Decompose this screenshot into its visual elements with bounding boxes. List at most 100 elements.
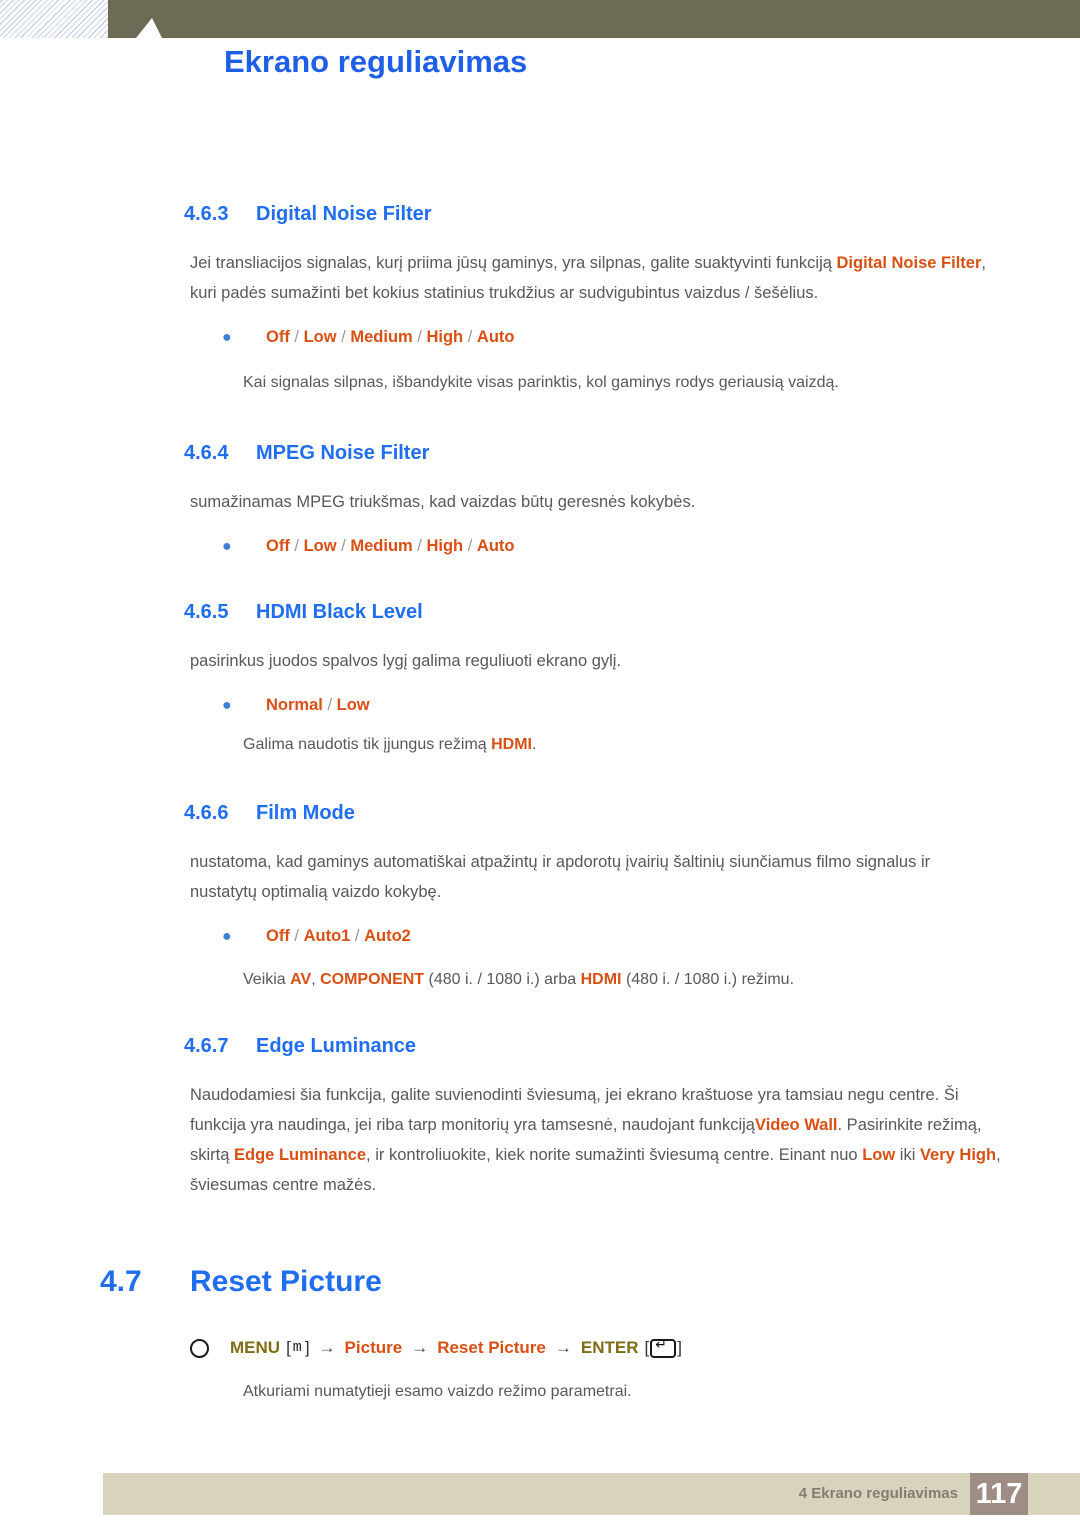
note-text: (480 i. / 1080 i.) režimu. (621, 971, 795, 988)
option-value: Off (266, 927, 290, 945)
options-list-4-6-4: Off / Low / Medium / High / Auto (266, 537, 515, 555)
page-footer: 4 Ekrano reguliavimas 117 (103, 1473, 1080, 1515)
option-value: Normal (266, 696, 323, 714)
paragraph-highlight: Edge Luminance (234, 1146, 367, 1164)
footer-chapter-label: 4 Ekrano reguliavimas (798, 1485, 958, 1502)
section-paragraph-4-6-6: nustatoma, kad gaminys automatiškai atpa… (190, 853, 931, 901)
bracket-close: ] (677, 1338, 682, 1357)
section-heading-4-6-3: 4.6.3 Digital Noise Filter (184, 200, 1080, 228)
option-value: Auto2 (364, 927, 411, 945)
options-list-4-6-6: Off / Auto1 / Auto2 (266, 927, 411, 945)
menu-step-picture[interactable]: Picture (345, 1334, 403, 1362)
page-number-box: 117 (970, 1473, 1028, 1515)
section-paragraph-4-6-3: Jei transliacijos signalas, kurį priima … (190, 248, 990, 308)
option-value: Auto1 (303, 927, 351, 945)
section-number: 4.6.5 (184, 601, 229, 623)
options-bullet-4-6-3: ● Off / Low / Medium / High / Auto (222, 324, 1080, 351)
bullet-dot-icon: ● (222, 329, 232, 346)
option-value: Medium (350, 537, 413, 555)
section-title: Digital Noise Filter (256, 203, 432, 225)
section-paragraph-4-6-7: Naudodamiesi šia funkcija, galite suvien… (190, 1080, 1002, 1200)
paragraph-text: iki (895, 1146, 920, 1164)
bullet-dot-icon: ● (222, 928, 232, 945)
section-number: 4.6.7 (184, 1035, 229, 1057)
note-text: , (311, 971, 321, 988)
note-prefix: Galima naudotis tik įjungus režimą (243, 736, 492, 753)
arrow-icon: → (554, 1338, 572, 1357)
section-number: 4.7 (100, 1265, 142, 1298)
paragraph-highlight: Low (862, 1146, 896, 1164)
reset-description: Atkuriami numatytieji esamo vaizdo režim… (243, 1383, 632, 1400)
enter-key-icon (650, 1337, 677, 1358)
section-title: Reset Picture (190, 1265, 382, 1298)
section-4-7: 4.7 Reset Picture MENU [ m ] → Picture → … (0, 1262, 1080, 1406)
options-list-4-6-5: Normal / Low (266, 696, 370, 714)
section-title: Edge Luminance (256, 1035, 417, 1057)
paragraph-text: , ir kontroliuokite, kiek norite sumažin… (366, 1146, 863, 1164)
section-heading-4-6-5: 4.6.5 HDMI Black Level (184, 598, 1080, 626)
options-list-4-6-3: Off / Low / Medium / High / Auto (266, 328, 515, 346)
menu-label[interactable]: MENU (230, 1334, 280, 1362)
section-heading-4-6-7: 4.6.7 Edge Luminance (184, 1032, 1080, 1060)
section-number: 4.6.6 (184, 802, 229, 824)
section-title: MPEG Noise Filter (256, 442, 430, 464)
page-number: 117 (975, 1478, 1023, 1510)
option-value: Medium (350, 328, 413, 346)
section-paragraph-4-6-4: sumažinamas MPEG triukšmas, kad vaizdas … (190, 493, 696, 511)
note-text: (480 i. / 1080 i.) arba (424, 971, 581, 988)
arrow-icon: → (411, 1338, 429, 1357)
paragraph-highlight: Very High (919, 1146, 997, 1164)
options-bullet-4-6-6: ● Off / Auto1 / Auto2 (222, 923, 1080, 950)
section-4-6-5: 4.6.5 HDMI Black Level pasirinkus juodos … (0, 598, 1080, 759)
note-text: Veikia (243, 971, 291, 988)
option-value: Low (303, 328, 337, 346)
header-chapter-numeral-notch (136, 18, 162, 38)
section-4-6-3: 4.6.3 Digital Noise Filter Jei transliaci… (0, 200, 1080, 397)
header-olive-bar (108, 0, 1080, 38)
note-highlight: HDMI (580, 971, 622, 988)
section-number: 4.6.4 (184, 442, 229, 464)
option-value: High (426, 537, 464, 555)
section-note-4-6-6: Veikia AV, COMPONENT (480 i. / 1080 i.) … (243, 966, 1003, 994)
option-value: Low (336, 696, 370, 714)
section-number: 4.6.3 (184, 203, 229, 225)
section-4-6-7: 4.6.7 Edge Luminance Naudodamiesi šia fun… (0, 1032, 1080, 1200)
page-header: Ekrano reguliavimas (0, 0, 1080, 120)
option-value: Auto (476, 328, 515, 346)
option-value: Low (303, 537, 337, 555)
section-4-6-6: 4.6.6 Film Mode nustatoma, kad gaminys au… (0, 799, 1080, 994)
note-highlight: HDMI (491, 736, 532, 753)
section-note-4-6-3: Kai signalas silpnas, išbandykite visas … (243, 374, 839, 391)
menu-step-reset-picture[interactable]: Reset Picture (437, 1334, 546, 1362)
section-title: HDMI Black Level (256, 601, 423, 623)
note-highlight: COMPONENT (320, 971, 425, 988)
section-heading-4-7: 4.7 Reset Picture (100, 1262, 1080, 1302)
circle-icon (190, 1338, 209, 1358)
options-bullet-4-6-4: ● Off / Low / Medium / High / Auto (222, 533, 1080, 560)
bracket-open: [ (644, 1338, 650, 1357)
paragraph-highlight: Video Wall (754, 1116, 838, 1134)
section-title: Film Mode (256, 802, 355, 824)
option-value: Auto (476, 537, 515, 555)
section-4-6-4: 4.6.4 MPEG Noise Filter sumažinamas MPEG … (0, 439, 1080, 560)
option-value: High (426, 328, 464, 346)
bullet-dot-icon: ● (222, 697, 232, 714)
bracket-close: ] (304, 1338, 310, 1357)
arrow-icon: → (318, 1338, 336, 1357)
menu-key-icon: m (292, 1339, 303, 1356)
note-suffix: . (532, 736, 537, 753)
paragraph-highlight: Digital Noise Filter (836, 254, 982, 272)
options-bullet-4-6-5: ● Normal / Low (222, 692, 1080, 719)
option-value: Off (266, 328, 290, 346)
option-value: Off (266, 537, 290, 555)
bullet-dot-icon: ● (222, 538, 232, 555)
page-content: 4.6.3 Digital Noise Filter Jei transliaci… (0, 200, 1080, 1406)
section-heading-4-6-6: 4.6.6 Film Mode (184, 799, 1080, 827)
enter-label[interactable]: ENTER (581, 1334, 639, 1362)
section-paragraph-4-6-5: pasirinkus juodos spalvos lygį galima re… (190, 652, 622, 670)
paragraph-prefix: Jei transliacijos signalas, kurį priima … (190, 254, 837, 272)
section-heading-4-6-4: 4.6.4 MPEG Noise Filter (184, 439, 1080, 467)
note-highlight: AV (290, 971, 312, 988)
menu-path-navigation: MENU [ m ] → Picture → Reset Picture → E… (190, 1334, 1080, 1362)
section-note-4-6-5: Galima naudotis tik įjungus režimą HDMI. (243, 731, 1003, 759)
